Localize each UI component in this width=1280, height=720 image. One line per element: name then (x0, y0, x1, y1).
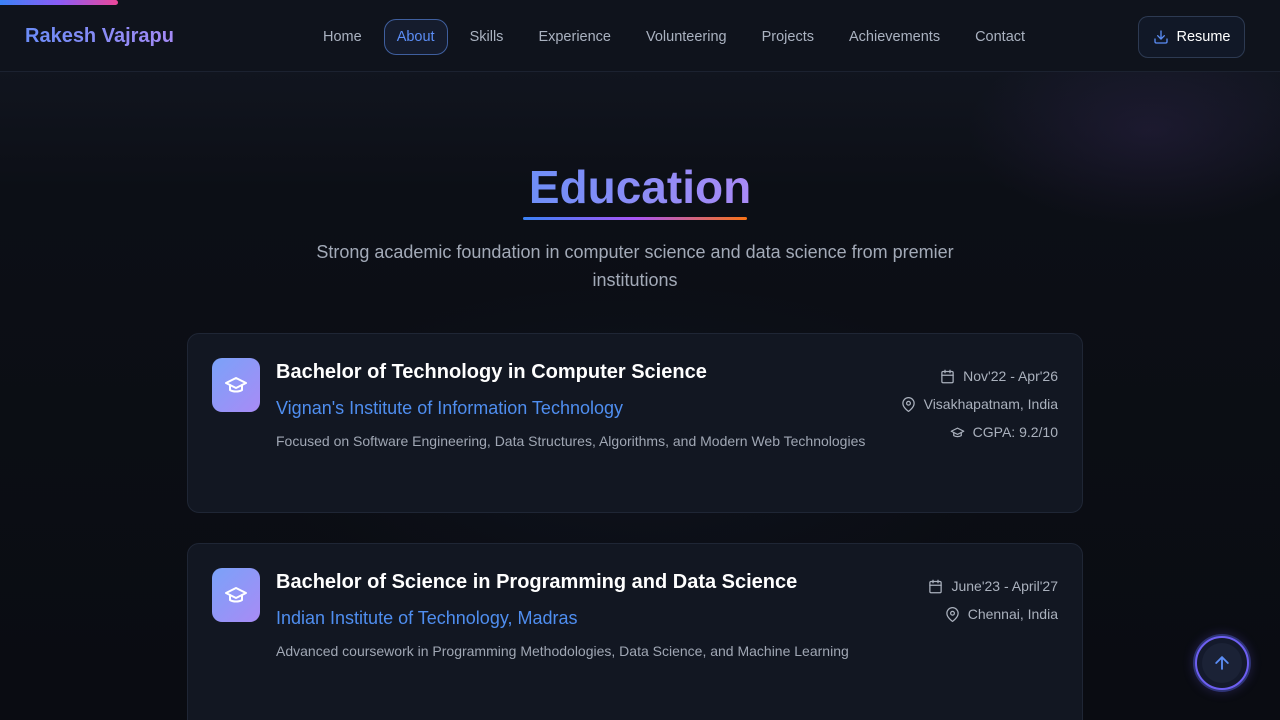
nav-link-contact[interactable]: Contact (962, 19, 1038, 55)
location-text: Visakhapatnam, India (923, 396, 1058, 412)
gpa: CGPA: 9.2/10 (950, 423, 1058, 441)
nav-link-about[interactable]: About (383, 19, 448, 55)
map-pin-icon (945, 606, 960, 622)
education-description: Focused on Software Engineering, Data St… (276, 433, 866, 449)
page-title: Education (529, 158, 751, 216)
education-meta: Nov'22 - Apr'26 Visakhapatnam, India CGP… (901, 367, 1058, 441)
date-range: June'23 - April'27 (928, 577, 1058, 595)
location: Visakhapatnam, India (901, 395, 1058, 413)
education-card: Bachelor of Science in Programming and D… (187, 543, 1083, 720)
gpa-text: CGPA: 9.2/10 (972, 424, 1058, 440)
navbar: Rakesh Vajrapu Home About Skills Experie… (0, 0, 1280, 72)
graduation-cap-icon (212, 568, 260, 622)
calendar-icon (928, 579, 943, 594)
institute-name[interactable]: Vignan's Institute of Information Techno… (276, 398, 623, 419)
scroll-to-top-inner (1202, 643, 1242, 683)
graduation-cap-icon (212, 358, 260, 412)
calendar-icon (940, 369, 955, 384)
scroll-progress-bar (0, 0, 118, 5)
education-description: Advanced coursework in Programming Metho… (276, 643, 849, 659)
nav-link-projects[interactable]: Projects (749, 19, 827, 55)
map-pin-icon (901, 396, 916, 412)
education-card: Bachelor of Technology in Computer Scien… (187, 333, 1083, 513)
degree-title: Bachelor of Science in Programming and D… (276, 571, 798, 593)
resume-label: Resume (1176, 29, 1231, 45)
degree-title: Bachelor of Technology in Computer Scien… (276, 361, 707, 383)
nav-link-volunteering[interactable]: Volunteering (633, 19, 740, 55)
graduation-cap-icon (950, 425, 965, 440)
date-text: Nov'22 - Apr'26 (963, 368, 1058, 384)
education-meta: June'23 - April'27 Chennai, India (928, 577, 1058, 623)
resume-button[interactable]: Resume (1138, 16, 1245, 58)
nav-link-skills[interactable]: Skills (457, 19, 517, 55)
date-range: Nov'22 - Apr'26 (940, 367, 1058, 385)
site-logo[interactable]: Rakesh Vajrapu (25, 25, 174, 48)
institute-name[interactable]: Indian Institute of Technology, Madras (276, 608, 578, 629)
section-subtitle: Strong academic foundation in computer s… (316, 242, 954, 290)
nav-link-experience[interactable]: Experience (525, 19, 624, 55)
nav-link-home[interactable]: Home (310, 19, 375, 55)
location: Chennai, India (945, 605, 1058, 623)
nav-links: Home About Skills Experience Volunteerin… (310, 18, 1047, 56)
title-underline (523, 217, 747, 220)
nav-link-achievements[interactable]: Achievements (836, 19, 953, 55)
date-text: June'23 - April'27 (951, 578, 1058, 594)
location-text: Chennai, India (967, 606, 1058, 622)
section-header: Education (0, 158, 1280, 216)
arrow-up-icon (1212, 653, 1232, 673)
download-icon (1153, 29, 1169, 45)
scroll-to-top-button[interactable] (1195, 636, 1249, 690)
